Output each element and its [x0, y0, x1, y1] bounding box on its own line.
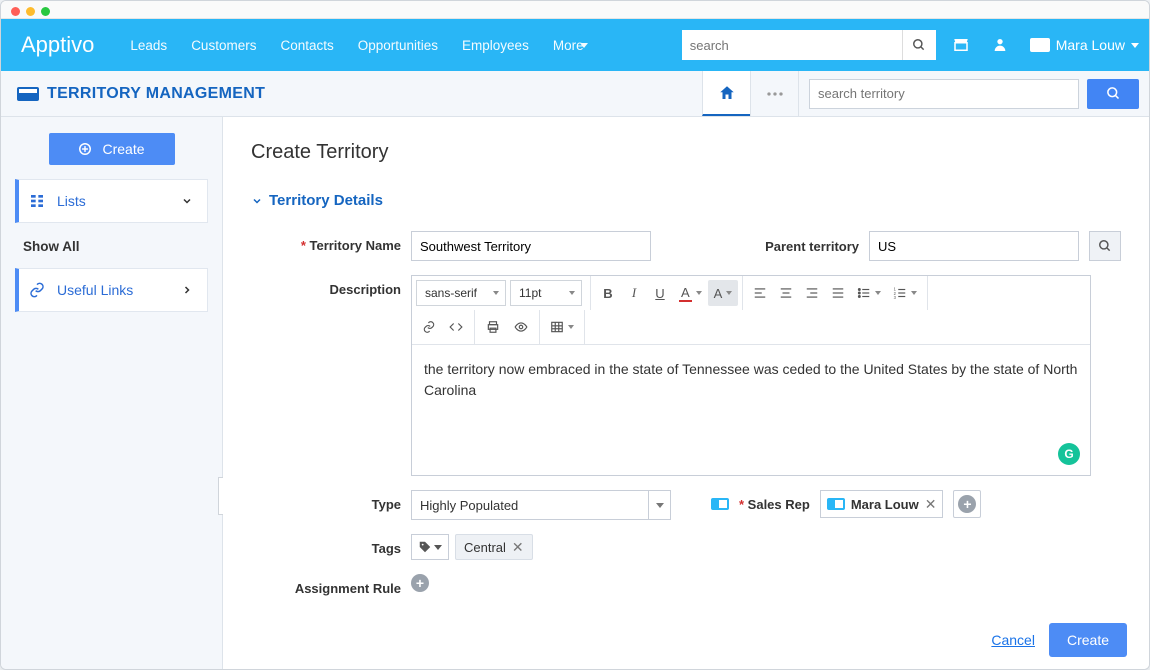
font-size-select[interactable]: 11pt — [510, 280, 582, 306]
minimize-dot[interactable] — [26, 7, 35, 16]
chevron-right-icon — [181, 284, 193, 296]
nav-leads[interactable]: Leads — [130, 38, 167, 53]
user-menu[interactable]: Mara Louw — [1030, 37, 1139, 53]
underline-button[interactable]: U — [647, 280, 673, 306]
table-button[interactable] — [544, 314, 580, 340]
module-title: TERRITORY MANAGEMENT — [1, 85, 265, 103]
preview-button[interactable] — [507, 314, 535, 340]
parent-territory-lookup-button[interactable] — [1089, 231, 1121, 261]
nav-opportunities[interactable]: Opportunities — [358, 38, 438, 53]
align-justify-button[interactable] — [825, 280, 851, 306]
caret-down-icon — [434, 545, 442, 550]
grid-icon — [29, 193, 45, 209]
nav-more[interactable]: More — [553, 38, 588, 53]
more-options-tab[interactable] — [750, 71, 798, 116]
type-label: Type — [251, 490, 401, 512]
maximize-dot[interactable] — [41, 7, 50, 16]
tag-icon — [418, 540, 432, 554]
align-left-button[interactable] — [747, 280, 773, 306]
territory-icon — [17, 87, 39, 101]
unordered-list-button[interactable] — [851, 280, 887, 306]
assignment-rule-label: Assignment Rule — [251, 574, 401, 596]
description-label: Description — [251, 275, 401, 297]
add-assignment-rule-button[interactable]: + — [411, 574, 429, 592]
nav-employees[interactable]: Employees — [462, 38, 529, 53]
territory-name-label: Territory Name — [251, 231, 401, 253]
nav-customers[interactable]: Customers — [191, 38, 256, 53]
parent-territory-input[interactable] — [869, 231, 1079, 261]
sales-rep-chip[interactable]: Mara Louw ✕ — [820, 490, 944, 518]
page-title: Create Territory — [251, 141, 1121, 164]
search-button[interactable] — [902, 30, 936, 60]
card-icon — [827, 498, 845, 510]
code-view-button[interactable] — [442, 314, 470, 340]
align-right-button[interactable] — [799, 280, 825, 306]
cancel-link[interactable]: Cancel — [991, 632, 1035, 648]
add-sales-rep-button[interactable]: + — [953, 490, 981, 518]
caret-down-icon — [580, 43, 588, 48]
module-search-button[interactable] — [1087, 79, 1139, 109]
caret-down-icon — [1131, 43, 1139, 48]
type-select[interactable]: Highly Populated — [411, 490, 671, 520]
font-family-select[interactable]: sans-serif — [416, 280, 506, 306]
chevron-down-icon — [181, 195, 193, 207]
sidebar-item-lists[interactable]: Lists — [15, 179, 208, 223]
card-icon — [711, 498, 729, 510]
create-button[interactable]: Create — [49, 133, 175, 165]
text-color-button[interactable]: A — [673, 280, 708, 306]
remove-sales-rep-button[interactable]: ✕ — [925, 496, 937, 513]
global-search — [682, 30, 936, 60]
align-center-button[interactable] — [773, 280, 799, 306]
svg-text:3: 3 — [894, 295, 897, 300]
tag-chip[interactable]: Central ✕ — [455, 534, 533, 560]
ordered-list-button[interactable]: 123 — [887, 280, 923, 306]
description-textarea[interactable]: the territory now embraced in the state … — [412, 345, 1090, 475]
window-controls — [1, 1, 1149, 19]
territory-name-input[interactable] — [411, 231, 651, 261]
store-icon[interactable] — [952, 36, 970, 54]
sidebar-item-label: Lists — [57, 193, 86, 209]
parent-territory-label: Parent territory — [765, 239, 859, 254]
main-content: Create Territory Territory Details Terri… — [223, 117, 1149, 669]
tag-picker-button[interactable] — [411, 534, 449, 560]
sales-rep-label: Sales Rep — [739, 497, 810, 512]
caret-down-icon — [648, 491, 670, 519]
italic-button[interactable]: I — [621, 280, 647, 306]
sidebar-item-useful-links[interactable]: Useful Links — [15, 268, 208, 312]
top-nav: Apptivo Leads Customers Contacts Opportu… — [1, 19, 1149, 71]
tags-label: Tags — [251, 534, 401, 556]
create-submit-button[interactable]: Create — [1049, 623, 1127, 657]
user-name: Mara Louw — [1056, 37, 1125, 53]
module-header: TERRITORY MANAGEMENT — [1, 71, 1149, 117]
bold-button[interactable]: B — [595, 280, 621, 306]
chevron-down-icon — [251, 195, 263, 207]
brand-logo[interactable]: Apptivo — [5, 32, 110, 58]
module-search-input[interactable] — [809, 79, 1079, 109]
search-input[interactable] — [682, 30, 902, 60]
home-tab[interactable] — [702, 71, 750, 116]
show-all-link[interactable]: Show All — [15, 225, 208, 268]
sidebar: Create Lists Show All Useful Links ‹ — [1, 117, 223, 669]
remove-tag-button[interactable]: ✕ — [512, 539, 524, 556]
link-button[interactable] — [416, 314, 442, 340]
highlight-color-button[interactable]: A — [708, 280, 739, 306]
profile-icon[interactable] — [992, 36, 1008, 54]
sidebar-item-label: Useful Links — [57, 282, 133, 298]
link-icon — [29, 282, 45, 298]
nav-contacts[interactable]: Contacts — [280, 38, 333, 53]
grammarly-icon[interactable]: G — [1058, 443, 1080, 465]
print-button[interactable] — [479, 314, 507, 340]
close-dot[interactable] — [11, 7, 20, 16]
description-editor: sans-serif 11pt B I U A A — [411, 275, 1091, 476]
section-header[interactable]: Territory Details — [251, 192, 1121, 209]
